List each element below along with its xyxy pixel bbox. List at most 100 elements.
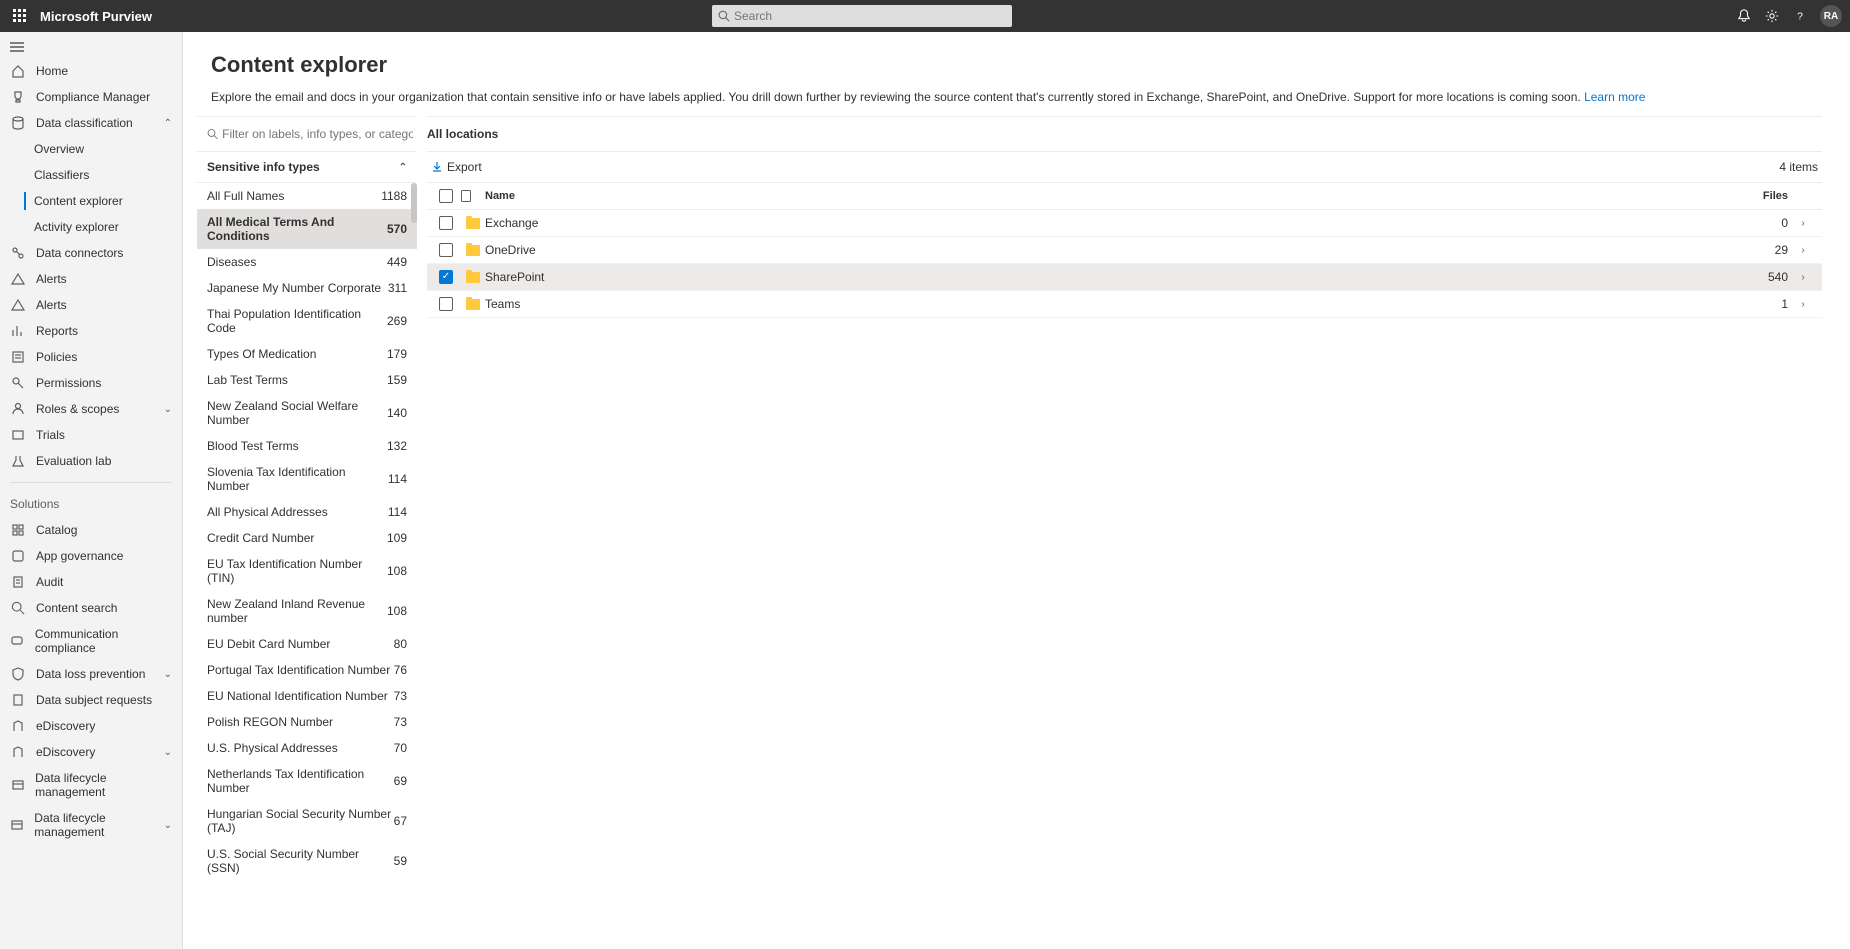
sensitive-type-item[interactable]: Slovenia Tax Identification Number114 [197,459,417,499]
sidebar-item-label: Data connectors [36,246,123,260]
sensitive-type-item[interactable]: EU Debit Card Number80 [197,631,417,657]
sensitive-type-item[interactable]: New Zealand Inland Revenue number108 [197,591,417,631]
chevron-right-icon: › [1788,218,1818,229]
sidebar-item[interactable]: Data lifecycle management [0,765,182,805]
sidebar-toggle[interactable] [0,36,182,58]
chevron-down-icon: ⌄ [164,747,172,758]
search-input[interactable] [734,9,1006,23]
sensitive-type-count: 132 [387,439,407,453]
sensitive-type-item[interactable]: Thai Population Identification Code269 [197,301,417,341]
sensitive-type-item[interactable]: Diseases449 [197,249,417,275]
sidebar-item[interactable]: Data lifecycle management⌄ [0,805,182,845]
sensitive-type-item[interactable]: U.S. Social Security Number (SSN)59 [197,841,417,881]
sensitive-type-item[interactable]: Japanese My Number Corporate311 [197,275,417,301]
chevron-up-icon: ⌃ [399,162,407,173]
sensitive-type-item[interactable]: Portugal Tax Identification Number 76 [197,657,417,683]
location-row[interactable]: Teams1› [427,291,1822,318]
notifications-icon[interactable] [1730,2,1758,30]
user-avatar[interactable]: RA [1820,5,1842,27]
sensitive-type-label: All Full Names [207,189,284,203]
sensitive-type-count: 59 [394,854,407,868]
sensitive-type-label: Portugal Tax Identification Number [207,663,390,677]
sidebar-item[interactable]: Data loss prevention⌄ [0,661,182,687]
sidebar-item[interactable]: Compliance Manager [0,84,182,110]
sidebar-item[interactable]: eDiscovery [0,713,182,739]
scrollbar-thumb[interactable] [411,183,417,223]
location-file-count: 0 [1728,216,1788,230]
sidebar-item[interactable]: Evaluation lab [0,448,182,474]
sidebar-item[interactable]: Classifiers [0,162,182,188]
sidebar-item[interactable]: Content search [0,595,182,621]
sidebar-item-label: Content explorer [34,194,123,208]
select-all-checkbox[interactable] [431,189,461,203]
sidebar-item[interactable]: Trials [0,422,182,448]
sidebar-item[interactable]: Data connectors [0,240,182,266]
sensitive-type-item[interactable]: Blood Test Terms132 [197,433,417,459]
sensitive-type-item[interactable]: EU Tax Identification Number (TIN)108 [197,551,417,591]
sensitive-type-item[interactable]: Lab Test Terms159 [197,367,417,393]
sidebar-item-label: Data lifecycle management [35,771,172,799]
sidebar-item[interactable]: Data classification⌃ [0,110,182,136]
permissions-icon [10,376,26,390]
sidebar-item[interactable]: Roles & scopes⌄ [0,396,182,422]
sidebar-item[interactable]: Data subject requests [0,687,182,713]
sidebar-item[interactable]: Policies [0,344,182,370]
help-icon[interactable]: ? [1786,2,1814,30]
sensitive-type-label: EU Debit Card Number [207,637,330,651]
filter-group-header[interactable]: Sensitive info types ⌃ [197,152,417,183]
learn-more-link[interactable]: Learn more [1584,90,1645,104]
location-row[interactable]: OneDrive29› [427,237,1822,264]
sensitive-type-count: 108 [387,604,407,618]
trophy-icon [10,90,26,104]
sidebar-item[interactable]: Catalog [0,517,182,543]
sensitive-type-item[interactable]: Credit Card Number109 [197,525,417,551]
sensitive-type-count: 179 [387,347,407,361]
sensitive-type-item[interactable]: Types Of Medication179 [197,341,417,367]
sensitive-type-item[interactable]: Polish REGON Number73 [197,709,417,735]
settings-icon[interactable] [1758,2,1786,30]
location-row[interactable]: Exchange0› [427,210,1822,237]
sensitive-type-count: 1188 [381,189,407,203]
sidebar-item-label: Data subject requests [36,693,152,707]
sensitive-type-item[interactable]: All Full Names 1188 [197,183,417,209]
folder-icon [461,272,485,283]
row-checkbox[interactable] [431,297,461,311]
sensitive-type-item[interactable]: All Medical Terms And Conditions570 [197,209,417,249]
sidebar-item[interactable]: App governance [0,543,182,569]
row-checkbox[interactable] [431,270,461,284]
export-button[interactable]: Export [431,160,482,174]
row-checkbox[interactable] [431,243,461,257]
sidebar-item[interactable]: eDiscovery⌄ [0,739,182,765]
chevron-up-icon: ⌃ [164,118,172,129]
sidebar-item[interactable]: Content explorer [0,188,182,214]
app-launcher-icon[interactable] [8,4,32,28]
global-search[interactable] [712,5,1012,27]
sidebar-item[interactable]: Alerts [0,266,182,292]
chevron-right-icon: › [1788,245,1818,256]
sensitive-type-item[interactable]: Hungarian Social Security Number (TAJ)67 [197,801,417,841]
location-row[interactable]: SharePoint540› [427,264,1822,291]
sensitive-type-count: 76 [394,663,407,677]
sidebar-item[interactable]: Home [0,58,182,84]
sensitive-type-item[interactable]: Netherlands Tax Identification Number69 [197,761,417,801]
location-name: SharePoint [485,270,1728,284]
sidebar-item[interactable]: Alerts [0,292,182,318]
ediscovery-icon [10,745,26,759]
brand-label: Microsoft Purview [40,9,152,24]
sidebar-item[interactable]: Overview [0,136,182,162]
sidebar-item[interactable]: Activity explorer [0,214,182,240]
sensitive-type-item[interactable]: All Physical Addresses114 [197,499,417,525]
filter-input-row[interactable] [197,117,417,152]
row-checkbox[interactable] [431,216,461,230]
sidebar-item[interactable]: Permissions [0,370,182,396]
sidebar-item[interactable]: Audit [0,569,182,595]
sidebar-item[interactable]: Communication compliance [0,621,182,661]
sidebar-item[interactable]: Reports [0,318,182,344]
sidebar-item-label: Classifiers [34,168,89,182]
filter-input[interactable] [222,127,413,141]
sensitive-type-item[interactable]: EU National Identification Number73 [197,683,417,709]
top-header: Microsoft Purview ? RA [0,0,1850,32]
sidebar-item-label: Home [36,64,68,78]
sensitive-type-item[interactable]: New Zealand Social Welfare Number140 [197,393,417,433]
sensitive-type-item[interactable]: U.S. Physical Addresses70 [197,735,417,761]
